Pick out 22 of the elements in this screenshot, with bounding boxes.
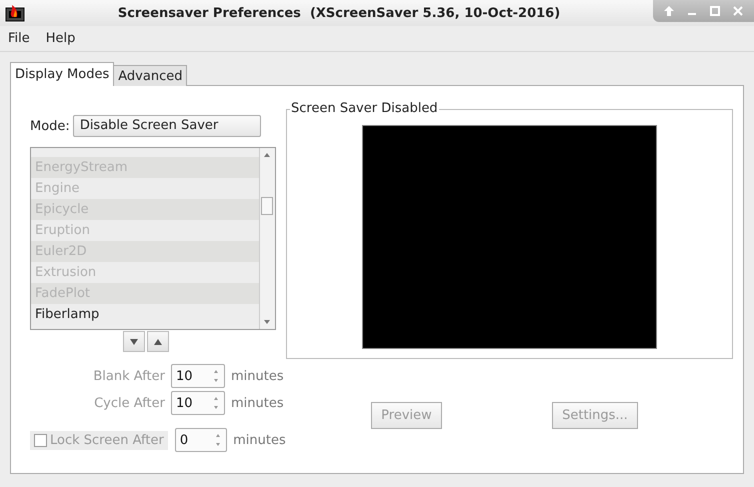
move-down-button[interactable] <box>122 331 144 352</box>
menu-item[interactable]: Help <box>38 31 84 46</box>
menu-item[interactable]: File <box>0 31 38 46</box>
up-arrow-icon[interactable] <box>663 5 675 17</box>
timer-label: Blank After <box>93 368 165 384</box>
mode-label: Mode: <box>30 118 70 134</box>
unit-label: minutes <box>233 432 287 448</box>
window-title: Screensaver Preferences (XScreenSaver 5.36, 10-Oct-2016) <box>116 6 562 20</box>
unit-label: minutes <box>231 368 285 384</box>
mode-dropdown[interactable]: Disable Screen Saver <box>72 115 261 137</box>
up-triangle-icon <box>152 338 162 346</box>
timer-label: Cycle After <box>94 396 165 410</box>
scrollbar[interactable] <box>259 148 275 329</box>
tab[interactable]: Display Modes <box>10 62 114 86</box>
tab[interactable]: Advanced <box>113 65 188 86</box>
unit-label: minutes <box>231 396 285 410</box>
scroll-thumb[interactable] <box>261 197 273 215</box>
maximize-icon[interactable] <box>709 5 721 17</box>
flame-monitor-icon <box>5 3 25 23</box>
down-triangle-icon <box>128 338 138 346</box>
move-up-button[interactable] <box>146 331 168 352</box>
close-icon[interactable] <box>732 5 744 17</box>
